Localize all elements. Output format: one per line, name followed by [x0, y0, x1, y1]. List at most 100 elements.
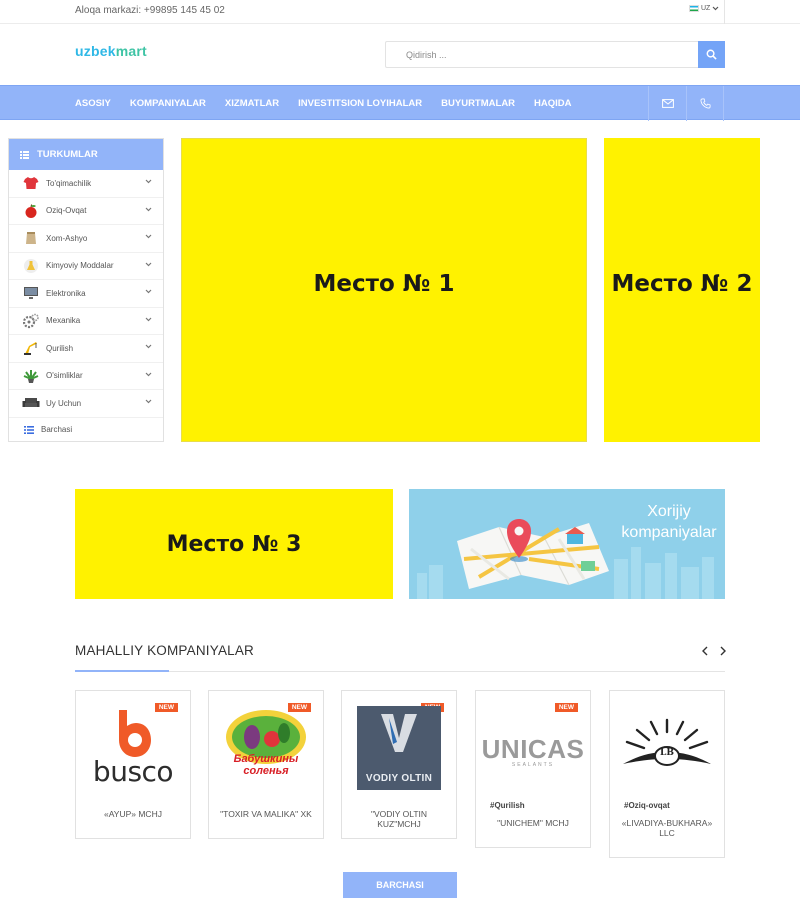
mail-icon: [661, 99, 674, 108]
topbar-divider: [724, 0, 725, 24]
category-kimyoviy-moddalar[interactable]: Kimyoviy Moddalar: [9, 253, 163, 280]
company-category-tag: #Qurilish: [490, 801, 525, 810]
nav-items: ASOSIY KOMPANIYALAR XIZMATLAR INVESTITSI…: [75, 86, 591, 121]
search-icon: [706, 49, 717, 60]
list-icon: [20, 150, 29, 159]
categories-all-label: Barchasi: [41, 425, 73, 434]
nav-item-xizmatlar[interactable]: XIZMATLAR: [225, 98, 279, 109]
company-logo: LB: [610, 691, 724, 795]
company-logo-text: UNICAS: [481, 734, 585, 764]
categories-panel: TURKUMLAR To'qimachilik Oziq-Ovqat Xom-A…: [8, 138, 164, 442]
ad-place-1[interactable]: Место № 1: [181, 138, 587, 442]
plant-icon: [22, 367, 40, 385]
category-label: Mexanika: [46, 316, 81, 326]
company-logo: NEW Бабушкины соленья: [209, 691, 323, 795]
chevron-down-icon: [145, 344, 152, 349]
category-toqimachilik[interactable]: To'qimachilik: [9, 170, 163, 198]
company-card[interactable]: NEW UNICAS SEALANTS #Qurilish "UNICHEM" …: [475, 690, 591, 848]
company-name: «AYUP» MCHJ: [104, 809, 162, 819]
category-label: O'simliklar: [46, 371, 83, 381]
company-name: "VODIY OLTIN KUZ"MCHJ: [370, 809, 428, 829]
category-oziq-ovqat[interactable]: Oziq-Ovqat: [9, 198, 163, 225]
list-icon: [24, 425, 34, 434]
search-button[interactable]: [698, 41, 725, 68]
chevron-down-icon: [145, 207, 152, 211]
category-xom-ashyo[interactable]: Xom-Ashyo: [9, 225, 163, 253]
foreign-banner-line1: Xorijiy: [647, 503, 691, 520]
main-nav: ASOSIY KOMPANIYALAR XIZMATLAR INVESTITSI…: [0, 85, 800, 121]
category-qurilish[interactable]: Qurilish: [9, 335, 163, 363]
chevron-down-icon: [145, 289, 152, 294]
ad-place-1-label: Место № 1: [313, 271, 455, 297]
site-logo[interactable]: uzbekmart: [75, 43, 147, 59]
new-badge: NEW: [154, 703, 178, 712]
chevron-down-icon: [145, 399, 152, 404]
all-companies-button[interactable]: BARCHASI: [343, 872, 457, 898]
nav-item-haqida[interactable]: HAQIDA: [534, 98, 571, 109]
category-label: Uy Uchun: [46, 398, 82, 408]
section-title-local-companies: MAHALLIY KOMPANIYALAR: [75, 643, 255, 658]
nav-item-buyurtmalar[interactable]: BUYURTMALAR: [441, 98, 515, 109]
logo-part-mart: mart: [115, 43, 147, 59]
company-logo-text: busco: [92, 755, 174, 788]
category-label: Xom-Ashyo: [46, 233, 88, 243]
category-elektronika[interactable]: Elektronika: [9, 280, 163, 308]
phone-icon: [700, 98, 710, 109]
ad-place-2[interactable]: Место № 2: [604, 138, 760, 442]
flask-icon: [22, 257, 40, 275]
company-card[interactable]: NEW VODIY OLTIN "VODIY OLTIN KUZ"MCHJ: [341, 690, 457, 839]
category-label: Oziq-Ovqat: [46, 206, 87, 216]
ad-place-2-label: Место № 2: [611, 271, 753, 297]
phone-button[interactable]: [686, 86, 724, 121]
category-osimliklar[interactable]: O'simliklar: [9, 363, 163, 390]
ad-place-3-label: Место № 3: [166, 531, 302, 557]
company-name: «LIVADIYA-BUKHARA» LLC: [621, 818, 713, 838]
carousel-prev-button[interactable]: [699, 644, 711, 658]
carousel-next-button[interactable]: [717, 644, 729, 658]
crane-icon: [22, 339, 40, 357]
chevron-down-icon: [145, 179, 152, 184]
monitor-icon: [22, 284, 40, 302]
category-label: To'qimachilik: [46, 178, 92, 188]
category-label: Kimyoviy Moddalar: [46, 261, 114, 271]
contact-phone: Aloqa markazi: +99895 145 45 02: [75, 5, 225, 16]
gears-icon: [22, 312, 40, 330]
apple-icon: [22, 202, 40, 220]
mail-button[interactable]: [648, 86, 686, 121]
categories-title: TURKUMLAR: [37, 149, 98, 160]
company-category-tag: #Oziq-ovqat: [624, 801, 670, 810]
company-card[interactable]: NEW busco «AYUP» MCHJ: [75, 690, 191, 839]
chevron-down-icon: [712, 6, 719, 11]
categories-all-link[interactable]: Barchasi: [9, 418, 163, 442]
company-logo-text: LB: [660, 748, 674, 758]
section-divider: [75, 671, 725, 672]
nav-item-kompaniyalar[interactable]: KOMPANIYALAR: [130, 98, 206, 109]
nav-item-asosiy[interactable]: ASOSIY: [75, 98, 111, 109]
ad-place-3[interactable]: Место № 3: [75, 489, 393, 599]
chevron-down-icon: [145, 372, 152, 376]
company-logo-text: VODIY OLTIN: [365, 773, 433, 784]
nav-item-investitsion-loyihalar[interactable]: INVESTITSION LOYIHALAR: [298, 98, 422, 109]
company-logo-text: Бабушкины соленья: [233, 753, 299, 777]
uzbek-flag-icon: [689, 5, 699, 12]
foreign-banner-line2: kompaniyalar: [621, 524, 717, 541]
language-selector[interactable]: UZ: [689, 5, 719, 12]
chevron-down-icon: [145, 317, 152, 321]
company-card[interactable]: NEW Бабушкины соленья "TOXIR VA MALIKA" …: [208, 690, 324, 839]
company-name: "UNICHEM" MCHJ: [497, 818, 569, 828]
company-logo: NEW VODIY OLTIN: [342, 691, 456, 795]
chevron-left-icon: [702, 646, 708, 656]
company-logo: NEW UNICAS SEALANTS: [476, 691, 590, 795]
categories-header: TURKUMLAR: [9, 139, 163, 170]
foreign-companies-banner[interactable]: Xorijiy kompaniyalar: [409, 489, 725, 599]
category-uy-uchun[interactable]: Uy Uchun: [9, 390, 163, 418]
category-mexanika[interactable]: Mexanika: [9, 308, 163, 335]
company-name: "TOXIR VA MALIKA" XK: [220, 809, 312, 819]
company-card[interactable]: LB #Oziq-ovqat «LIVADIYA-BUKHARA» LLC: [609, 690, 725, 858]
busco-b-mark: [118, 710, 151, 757]
company-logo: NEW busco: [76, 691, 190, 795]
sack-icon: [22, 229, 40, 247]
search-input[interactable]: [385, 41, 699, 68]
category-label: Elektronika: [46, 288, 86, 298]
company-logo-subtext: SEALANTS: [511, 762, 555, 768]
